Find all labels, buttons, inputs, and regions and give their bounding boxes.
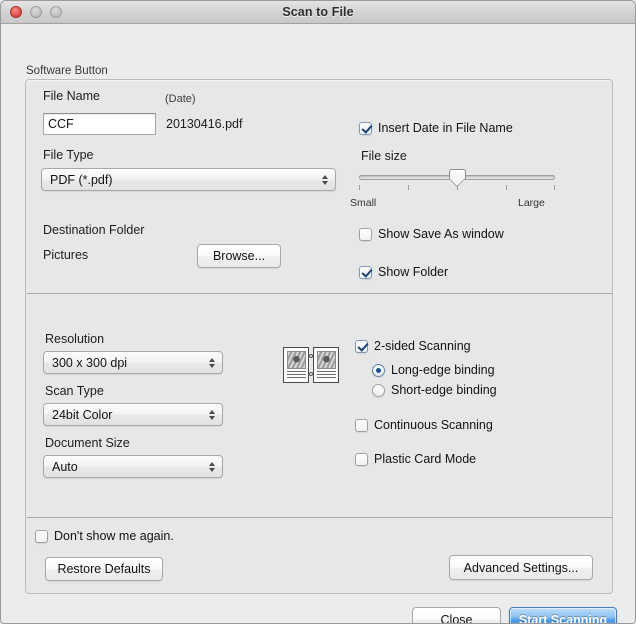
two-sided-scanning-checkbox-row[interactable]: 2-sided Scanning [355,339,471,353]
show-save-as-checkbox-row[interactable]: Show Save As window [359,227,504,241]
continuous-scanning-label: Continuous Scanning [374,418,493,432]
date-value: 20130416.pdf [166,117,243,131]
short-edge-binding-label: Short-edge binding [391,383,497,397]
destination-folder-value: Pictures [43,248,89,262]
zoom-window-icon[interactable] [50,6,62,18]
long-edge-binding-label: Long-edge binding [391,363,495,377]
dont-show-again-label: Don't show me again. [54,529,174,543]
window-titlebar: Scan to File [1,1,635,24]
close-button[interactable]: Close [412,607,501,623]
minimize-window-icon[interactable] [30,6,42,18]
date-label: (Date) [165,93,196,105]
two-sided-scanning-label: 2-sided Scanning [374,339,471,353]
show-save-as-label: Show Save As window [378,227,504,241]
browse-button[interactable]: Browse... [197,244,281,268]
resolution-value: 300 x 300 dpi [52,355,128,370]
group-caption: Software Button [26,65,108,77]
resolution-label: Resolution [45,332,105,346]
scan-type-value: 24bit Color [52,407,113,422]
section-divider-bottom [27,517,613,518]
insert-date-label: Insert Date in File Name [378,121,513,135]
file-name-label: File Name [43,89,100,103]
start-scanning-button[interactable]: Start Scanning [509,607,617,623]
settings-groupbox [25,79,613,594]
file-type-select[interactable]: PDF (*.pdf) [41,168,336,191]
scan-to-file-window: Scan to File Software Button File Name (… [0,0,636,624]
insert-date-checkbox-row[interactable]: Insert Date in File Name [359,121,513,135]
destination-folder-label: Destination Folder [43,223,145,237]
insert-date-checkbox[interactable] [359,121,372,135]
file-type-value: PDF (*.pdf) [50,172,113,187]
short-edge-binding-radio[interactable] [372,383,385,397]
file-name-input[interactable] [43,113,156,135]
file-size-slider-thumb[interactable] [448,169,466,186]
show-folder-label: Show Folder [378,265,449,279]
file-size-slider[interactable] [359,167,555,193]
chevron-updown-icon [209,409,215,420]
two-page-spread-icon [283,347,339,383]
traffic-light-group [10,6,62,18]
two-sided-scanning-checkbox[interactable] [355,339,368,353]
long-edge-binding-radio[interactable] [372,363,385,377]
file-type-label: File Type [43,148,94,162]
long-edge-binding-radio-row[interactable]: Long-edge binding [372,363,495,377]
dont-show-again-checkbox-row[interactable]: Don't show me again. [35,529,174,543]
document-size-value: Auto [52,459,78,474]
show-folder-checkbox[interactable] [359,265,372,279]
short-edge-binding-radio-row[interactable]: Short-edge binding [372,383,497,397]
document-size-label: Document Size [45,436,130,450]
resolution-select[interactable]: 300 x 300 dpi [43,351,223,374]
plastic-card-mode-checkbox-row[interactable]: Plastic Card Mode [355,452,476,466]
continuous-scanning-checkbox-row[interactable]: Continuous Scanning [355,418,493,432]
file-size-label: File size [361,149,407,163]
scan-type-label: Scan Type [45,384,104,398]
scan-type-select[interactable]: 24bit Color [43,403,223,426]
window-title: Scan to File [282,5,354,19]
dialog-content: Software Button File Name (Date) 2013041… [1,24,635,623]
advanced-settings-button[interactable]: Advanced Settings... [449,555,593,580]
file-size-large-label: Large [518,197,545,209]
chevron-updown-icon [209,461,215,472]
file-size-small-label: Small [350,197,377,209]
plastic-card-mode-label: Plastic Card Mode [374,452,477,466]
document-size-select[interactable]: Auto [43,455,223,478]
show-save-as-checkbox[interactable] [359,227,372,241]
chevron-updown-icon [322,174,328,185]
restore-defaults-button[interactable]: Restore Defaults [45,557,163,581]
section-divider-top [27,293,613,294]
chevron-updown-icon [209,357,215,368]
dont-show-again-checkbox[interactable] [35,529,48,543]
continuous-scanning-checkbox[interactable] [355,418,368,432]
show-folder-checkbox-row[interactable]: Show Folder [359,265,448,279]
close-window-icon[interactable] [10,6,22,18]
plastic-card-mode-checkbox[interactable] [355,452,368,466]
